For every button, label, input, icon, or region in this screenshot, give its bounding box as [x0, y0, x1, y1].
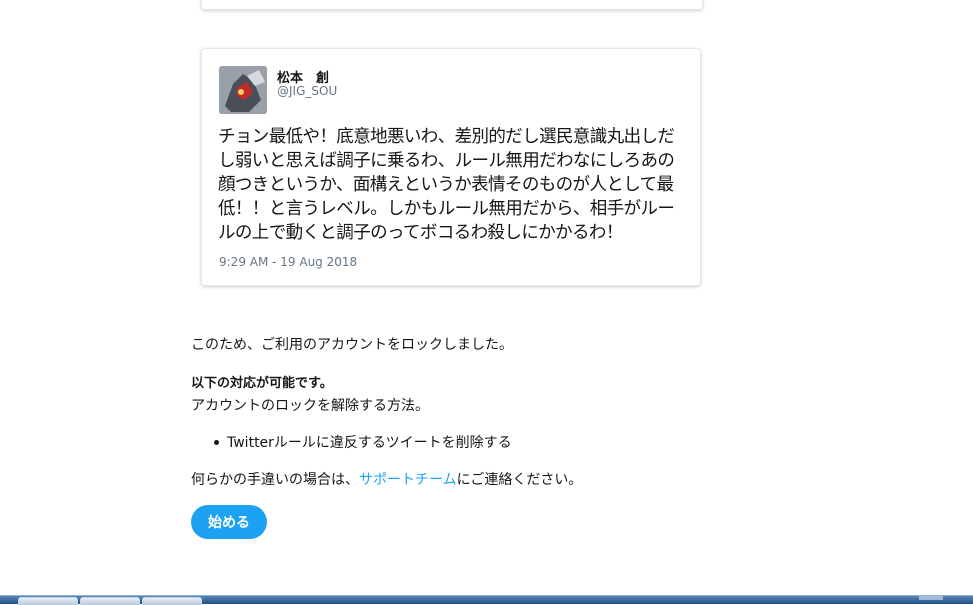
- options-heading: 以下の対応が可能です。: [191, 376, 333, 391]
- taskbar-clock[interactable]: [919, 596, 943, 600]
- taskbar-button[interactable]: [80, 597, 140, 605]
- support-team-link[interactable]: サポートチーム: [359, 472, 457, 488]
- author-handle[interactable]: @JIG_SOU: [277, 84, 337, 98]
- taskbar-button[interactable]: [18, 597, 78, 605]
- bullet-item-text: Twitterルールに違反するツイートを削除する: [227, 435, 512, 451]
- contact-suffix: にご連絡ください。: [456, 472, 583, 488]
- tweet-timestamp[interactable]: 9:29 AM - 19 Aug 2018: [219, 255, 357, 269]
- unlock-intro: アカウントのロックを解除する方法。: [191, 398, 429, 414]
- avatar: [219, 66, 267, 114]
- bullet-item: Twitterルールに違反するツイートを削除する: [214, 432, 512, 452]
- contact-message: 何らかの手違いの場合は、サポートチームにご連絡ください。: [191, 469, 582, 489]
- start-button[interactable]: 始める: [191, 505, 267, 539]
- tweet-card: 松本 創 @JIG_SOU チョン最低や！底意地悪いわ、差別的だし選民意識丸出し…: [201, 48, 701, 286]
- locked-message: このため、ご利用のアカウントをロックしました。: [191, 337, 513, 353]
- taskbar-button[interactable]: [142, 597, 202, 605]
- previous-card-edge: [201, 0, 703, 10]
- tweet-text: チョン最低や！底意地悪いわ、差別的だし選民意識丸出しだし弱いと思えば調子に乗るわ…: [218, 127, 675, 243]
- contact-prefix: 何らかの手違いの場合は、: [191, 472, 359, 488]
- bullet-dot-icon: [214, 439, 219, 445]
